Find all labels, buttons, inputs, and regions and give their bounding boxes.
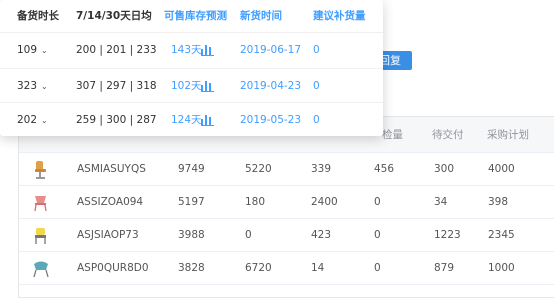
cell: 456 xyxy=(374,163,395,175)
chevron-down-icon: ⌄ xyxy=(41,46,48,55)
new-stock-date: 2019-05-23 xyxy=(240,114,302,126)
header-forecast: 可售库存预测 xyxy=(164,10,227,22)
chair-icon xyxy=(33,261,49,278)
duration-select[interactable]: 109 ⌄ xyxy=(17,33,48,68)
cell: 2400 xyxy=(311,196,338,208)
header-pending: 待交付 xyxy=(432,129,464,141)
new-stock-date: 2019-04-23 xyxy=(240,80,302,92)
cell: 879 xyxy=(434,262,455,274)
cell: 34 xyxy=(434,196,448,208)
cell: 0 xyxy=(245,229,252,241)
header-plan: 采购计划 xyxy=(487,129,529,141)
bar-chart-icon[interactable] xyxy=(201,80,214,92)
sku: ASJSIAOP73 xyxy=(77,229,139,241)
header-stock-duration: 备货时长 xyxy=(17,10,59,22)
forecast-days[interactable]: 143天 xyxy=(171,33,202,67)
stock-forecast-popover: 备货时长 7/14/30天日均 可售库存预测 新货时间 建议补货量 109 ⌄ 2… xyxy=(0,0,383,136)
duration-select[interactable]: 323 ⌄ xyxy=(17,69,48,104)
cell: 5197 xyxy=(178,196,205,208)
popover-row: 323 ⌄ 307 | 297 | 318 102天 2019-04-23 0 xyxy=(0,68,383,102)
table-row[interactable]: ASJSIAOP73 3988 0 423 0 1223 2345 xyxy=(19,219,554,252)
chevron-down-icon: ⌄ xyxy=(41,82,48,91)
sku: ASSIZOA094 xyxy=(77,196,144,208)
cell: 3828 xyxy=(178,262,205,274)
chair-icon xyxy=(35,161,46,179)
cell: 6720 xyxy=(245,262,272,274)
header-inspect: 检量 xyxy=(382,129,403,141)
popover-row: 109 ⌄ 200 | 201 | 233 143天 2019-06-17 0 xyxy=(0,32,383,66)
product-table: 检量 待交付 采购计划 ASMIASUYQS 9749 5220 339 456… xyxy=(18,116,554,298)
suggest-qty: 0 xyxy=(313,44,320,56)
cell: 180 xyxy=(245,196,266,208)
cell: 4000 xyxy=(488,163,515,175)
sku: ASP0QUR8D0 xyxy=(77,262,149,274)
cell: 1000 xyxy=(488,262,515,274)
cell: 3988 xyxy=(178,229,205,241)
cell: 0 xyxy=(374,196,381,208)
chair-icon xyxy=(35,228,46,244)
bar-chart-icon[interactable] xyxy=(201,44,214,56)
cell: 5220 xyxy=(245,163,272,175)
header-new-stock-time: 新货时间 xyxy=(240,10,282,22)
suggest-qty: 0 xyxy=(313,114,320,126)
table-row[interactable]: ASMIASUYQS 9749 5220 339 456 300 4000 xyxy=(19,153,554,186)
header-suggest-qty: 建议补货量 xyxy=(313,10,366,22)
daily-sales: 259 | 300 | 287 xyxy=(76,114,157,126)
cell: 2345 xyxy=(488,229,515,241)
bar-chart-icon[interactable] xyxy=(201,114,214,126)
cell: 300 xyxy=(434,163,455,175)
forecast-days[interactable]: 124天 xyxy=(171,103,202,137)
chair-icon xyxy=(34,196,47,212)
cell: 0 xyxy=(374,229,381,241)
chevron-down-icon: ⌄ xyxy=(41,116,48,125)
forecast-days[interactable]: 102天 xyxy=(171,69,202,103)
header-daily-sales: 7/14/30天日均 xyxy=(76,10,152,22)
daily-sales: 307 | 297 | 318 xyxy=(76,80,157,92)
cell: 1223 xyxy=(434,229,461,241)
suggest-qty: 0 xyxy=(313,80,320,92)
table-row[interactable]: ASP0QUR8D0 3828 6720 14 0 879 1000 xyxy=(19,252,554,285)
cell: 423 xyxy=(311,229,332,241)
cell: 0 xyxy=(374,262,381,274)
popover-header: 备货时长 7/14/30天日均 可售库存预测 新货时间 建议补货量 xyxy=(0,0,383,33)
table-row[interactable]: ASSIZOA094 5197 180 2400 0 34 398 xyxy=(19,186,554,219)
duration-select[interactable]: 202 ⌄ xyxy=(17,103,48,138)
cell: 398 xyxy=(488,196,509,208)
popover-row: 202 ⌄ 259 | 300 | 287 124天 2019-05-23 0 xyxy=(0,102,383,136)
cell: 339 xyxy=(311,163,332,175)
new-stock-date: 2019-06-17 xyxy=(240,44,302,56)
cell: 9749 xyxy=(178,163,205,175)
sku: ASMIASUYQS xyxy=(77,163,146,175)
daily-sales: 200 | 201 | 233 xyxy=(76,44,157,56)
cell: 14 xyxy=(311,262,325,274)
